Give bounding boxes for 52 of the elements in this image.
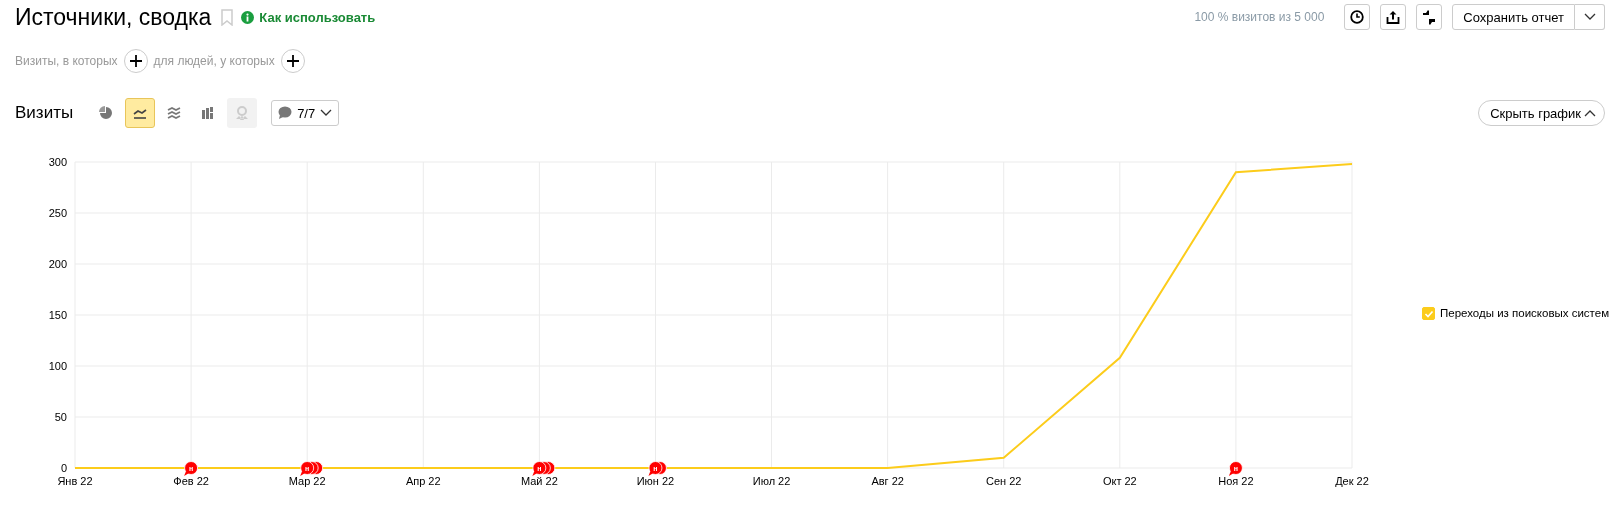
upload-icon	[1386, 10, 1401, 24]
export-button[interactable]	[1380, 4, 1407, 30]
chart-type-button[interactable]	[125, 98, 156, 128]
save-options-button[interactable]	[1575, 4, 1605, 30]
pie-chart-icon	[99, 106, 114, 120]
x-tick-label: Дек 22	[1335, 475, 1369, 487]
y-tick-label: 150	[48, 309, 67, 321]
legend-checkbox[interactable]	[1422, 306, 1435, 320]
filter-label: Визиты, в которых	[15, 54, 118, 68]
hide-chart-button[interactable]: Скрыть график	[1478, 100, 1605, 126]
x-tick-label: Июн 22	[636, 475, 675, 487]
info-icon	[241, 10, 255, 24]
caret-icon	[320, 109, 333, 117]
check-icon	[1423, 308, 1434, 318]
legend-label[interactable]: Переходы из поисковых систем	[1440, 307, 1610, 319]
x-tick-label: Фев 22	[173, 475, 209, 487]
add-filter-button[interactable]	[123, 49, 148, 73]
add-filter-button[interactable]	[280, 49, 305, 73]
y-tick-label: 0	[60, 462, 67, 474]
x-tick-label: Янв 22	[57, 475, 93, 487]
y-tick-label: 300	[48, 156, 67, 168]
plus-icon	[128, 54, 143, 68]
x-tick-label: Июл 22	[752, 475, 791, 487]
x-tick-label: Окт 22	[1102, 475, 1137, 487]
filter-label: для людей, у которых	[153, 54, 275, 68]
save-report-button[interactable]: Сохранить отчет	[1452, 4, 1575, 30]
x-tick-label: Май 22	[520, 475, 558, 487]
bar-chart-icon	[201, 106, 216, 120]
y-tick-label: 50	[54, 411, 67, 423]
chart-title: Визиты	[15, 103, 74, 123]
notes-button[interactable]: 7/7	[271, 100, 340, 126]
history-button[interactable]	[1344, 4, 1371, 30]
y-tick-label: 200	[48, 258, 67, 270]
comment-icon	[278, 106, 293, 120]
x-tick-label: Ноя 22	[1218, 475, 1254, 487]
feedback-button[interactable]	[1416, 4, 1443, 30]
x-tick-label: Авг 22	[871, 475, 904, 487]
sample-info: 100 % визитов из 5 000	[1194, 10, 1325, 24]
map-pin-icon	[235, 106, 250, 120]
x-tick-label: Мар 22	[288, 475, 326, 487]
caret-icon	[1583, 13, 1596, 21]
clock-icon	[1350, 10, 1365, 24]
caret-up-icon	[1584, 109, 1596, 117]
y-tick-label: 100	[48, 360, 67, 372]
x-tick-label: Апр 22	[405, 475, 441, 487]
page-title: Источники, сводка	[15, 3, 212, 31]
x-tick-label: Сен 22	[986, 475, 1022, 487]
help-link[interactable]: Как использовать	[241, 9, 376, 25]
plus-icon	[285, 54, 300, 68]
area-chart-icon	[167, 106, 182, 120]
line-chart-icon	[133, 106, 148, 120]
y-tick-label: 250	[48, 207, 67, 219]
